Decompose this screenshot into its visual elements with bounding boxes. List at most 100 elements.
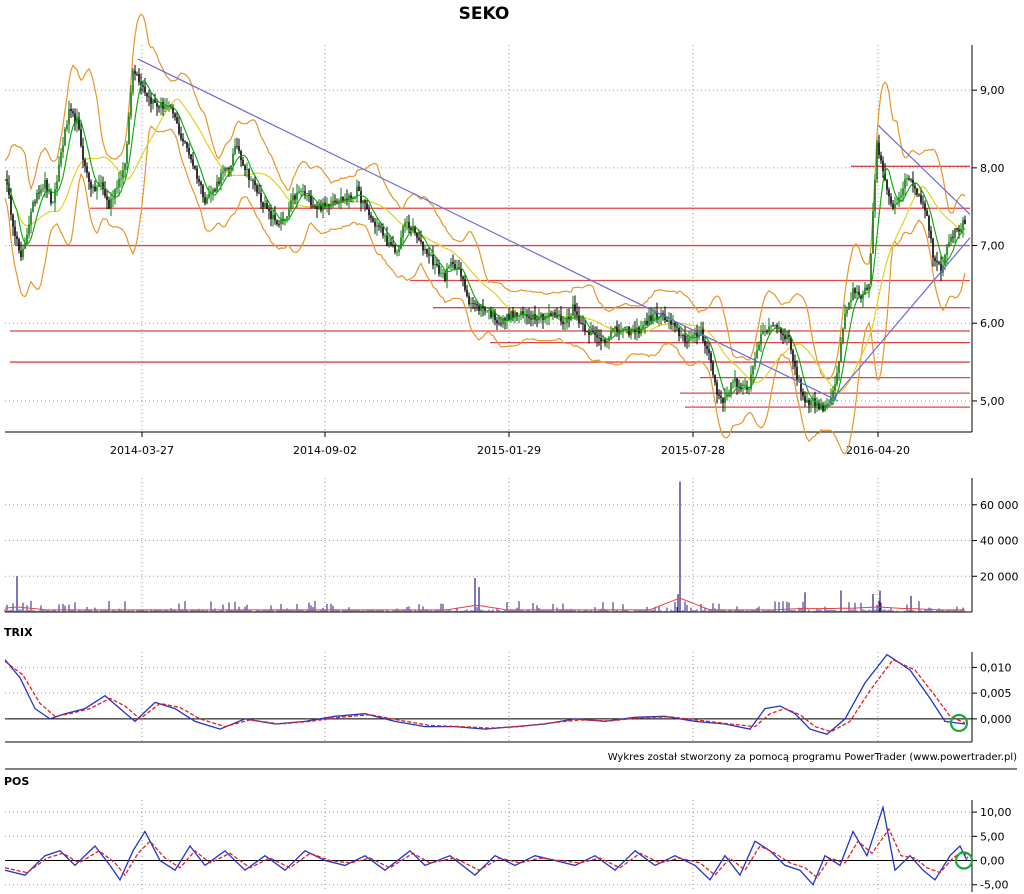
candle-body (164, 106, 166, 109)
candle-body (226, 167, 228, 169)
candle-body (926, 210, 928, 217)
candle-body (202, 185, 204, 198)
candle-body (100, 182, 102, 184)
candle-body (290, 200, 292, 210)
candle-body (378, 225, 380, 227)
candle-body (358, 186, 360, 192)
volume-tick-label-1: 40 000 (980, 535, 1019, 548)
candle-body (458, 268, 460, 270)
candle-body (724, 396, 726, 404)
candle-body (130, 92, 132, 117)
candle-body (944, 254, 946, 266)
candle-body (314, 206, 316, 207)
candle-body (486, 310, 488, 312)
candle-body (250, 179, 252, 181)
candle-body (370, 215, 372, 219)
trix-series-0 (4, 653, 966, 736)
candle-body (920, 194, 922, 203)
candle-body (756, 350, 758, 359)
candle-body (844, 313, 846, 329)
candle-body (896, 202, 898, 205)
candle-body (192, 159, 194, 166)
candle-body (294, 195, 296, 200)
candle-body (892, 203, 894, 209)
candle-body (548, 313, 550, 316)
candle-body (866, 287, 868, 290)
candle-body (52, 202, 54, 204)
candle-body (716, 382, 718, 395)
candle-body (662, 313, 664, 315)
price-tick-label-3: 8,00 (980, 162, 1005, 175)
candle-body (128, 116, 130, 145)
candle-body (242, 159, 244, 166)
candle-body (30, 211, 32, 225)
candle-body (670, 320, 672, 325)
candle-body (332, 200, 334, 205)
candle-body (278, 224, 280, 225)
candle-body (102, 182, 104, 190)
candle-body (252, 179, 254, 181)
candle-body (846, 309, 848, 314)
candle-body (950, 236, 952, 242)
trend-line-0 (137, 58, 839, 402)
candle-body (836, 373, 838, 385)
candle-body (492, 311, 494, 318)
price-tick-label-0: 5,00 (980, 395, 1005, 408)
candle-body (780, 328, 782, 334)
candle-body (460, 269, 462, 277)
candle-body (10, 194, 12, 215)
candle-body (672, 323, 674, 325)
candle-body (220, 172, 222, 184)
candle-body (808, 399, 810, 406)
candle-body (34, 202, 36, 203)
candle-body (356, 186, 358, 197)
candle-body (462, 276, 464, 280)
candle-body (488, 309, 490, 311)
candle-body (120, 178, 122, 180)
candle-body (238, 146, 240, 152)
candle-body (326, 204, 328, 206)
candle-body (624, 326, 626, 329)
candle-body (138, 74, 140, 83)
candle-body (542, 313, 544, 320)
candle-body (374, 221, 376, 227)
candle-body (512, 311, 514, 318)
candle-body (398, 248, 400, 253)
candle-body (244, 165, 246, 170)
candle-body (82, 145, 84, 160)
candle-body (604, 339, 606, 343)
candle-body (178, 123, 180, 134)
candle-body (444, 272, 446, 281)
candle-body (856, 291, 858, 294)
candle-body (384, 235, 386, 237)
candle-body (666, 320, 668, 322)
candle-body (650, 315, 652, 322)
candle-body (904, 179, 906, 189)
candle-body (732, 381, 734, 383)
candle-body (804, 396, 806, 403)
candle-body (596, 334, 598, 338)
candle-body (440, 272, 442, 274)
candle-body (208, 193, 210, 198)
candle-body (610, 331, 612, 338)
candle-body (448, 266, 450, 269)
candle-body (954, 228, 956, 238)
candle-body (450, 261, 452, 267)
candle-body (452, 261, 454, 264)
candle-body (366, 203, 368, 210)
candle-body (818, 403, 820, 410)
upper-band-line (4, 13, 966, 380)
candle-body (430, 255, 432, 256)
candle-body (184, 141, 186, 143)
candle-body (392, 244, 394, 246)
candle-body (118, 178, 120, 188)
candle-body (918, 194, 920, 196)
candle-body (402, 226, 404, 238)
candle-body (108, 199, 110, 209)
candle-body (472, 303, 474, 304)
candle-body (946, 246, 948, 255)
candle-body (180, 133, 182, 139)
price-tick-label-4: 9,00 (980, 84, 1005, 97)
candle-body (644, 320, 646, 326)
candle-body (364, 200, 366, 204)
